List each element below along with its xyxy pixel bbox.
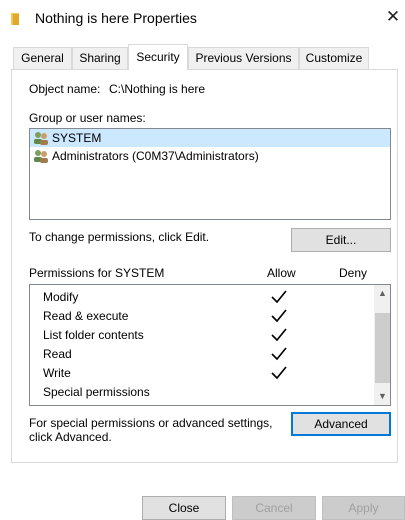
tab-customize[interactable]: Customize <box>299 47 369 69</box>
close-window-button[interactable]: ✕ <box>385 8 401 26</box>
permission-row-list-folder: List folder contents <box>30 326 374 345</box>
allow-column-header: Allow <box>267 266 296 280</box>
apply-button[interactable]: Apply <box>322 496 405 520</box>
tab-security[interactable]: Security <box>128 44 188 70</box>
advanced-hint-line2: click Advanced. <box>29 430 112 444</box>
title-bar: Nothing is here Properties ✕ <box>0 0 405 40</box>
permission-name: Read <box>43 347 72 361</box>
deny-column-header: Deny <box>339 266 368 280</box>
permissions-scrollbar[interactable]: ▲ ▼ <box>374 285 390 405</box>
object-name-label: Object name: <box>29 82 101 96</box>
user-group-icon <box>34 150 48 163</box>
permissions-list[interactable]: Modify Read & execute List folder conten… <box>29 284 391 406</box>
group-list[interactable]: SYSTEM Administrators (C0M37\Administrat… <box>29 128 391 220</box>
checkmark-icon <box>271 328 287 342</box>
permissions-for-label: Permissions for SYSTEM <box>29 266 165 280</box>
close-button[interactable]: Close <box>142 496 226 520</box>
change-permissions-hint: To change permissions, click Edit. <box>29 230 210 244</box>
checkmark-icon <box>271 347 287 361</box>
folder-icon <box>11 13 19 25</box>
permission-row-read-execute: Read & execute <box>30 307 374 326</box>
permission-row-modify: Modify <box>30 288 374 307</box>
edit-button[interactable]: Edit... <box>291 228 391 252</box>
group-list-label: Group or user names: <box>29 111 146 125</box>
permission-name: Special permissions <box>43 385 150 399</box>
scrollbar-thumb[interactable] <box>375 313 390 383</box>
permission-name: List folder contents <box>43 328 144 342</box>
group-item-label: SYSTEM <box>52 131 102 145</box>
checkmark-icon <box>271 309 287 323</box>
tab-sharing[interactable]: Sharing <box>72 47 128 69</box>
group-item-system[interactable]: SYSTEM <box>30 129 390 147</box>
tab-general[interactable]: General <box>13 47 72 69</box>
cancel-button[interactable]: Cancel <box>232 496 316 520</box>
permission-name: Write <box>43 366 71 380</box>
permission-row-write: Write <box>30 364 374 383</box>
checkmark-icon <box>271 290 287 304</box>
permission-name: Read & execute <box>43 309 129 323</box>
permission-name: Modify <box>43 290 79 304</box>
chevron-up-icon[interactable]: ▲ <box>374 285 390 302</box>
group-item-label: Administrators (C0M37\Administrators) <box>52 149 259 163</box>
advanced-hint-line1: For special permissions or advanced sett… <box>29 416 273 430</box>
chevron-down-icon[interactable]: ▼ <box>374 388 390 405</box>
checkmark-icon <box>271 366 287 380</box>
permission-row-read: Read <box>30 345 374 364</box>
window-title: Nothing is here Properties <box>35 10 197 26</box>
tab-previous-versions[interactable]: Previous Versions <box>188 47 299 69</box>
permission-row-special: Special permissions <box>30 383 374 402</box>
advanced-button[interactable]: Advanced <box>291 412 391 436</box>
group-item-administrators[interactable]: Administrators (C0M37\Administrators) <box>30 147 390 165</box>
user-group-icon <box>34 132 48 145</box>
object-name-value: C:\Nothing is here <box>109 82 206 96</box>
